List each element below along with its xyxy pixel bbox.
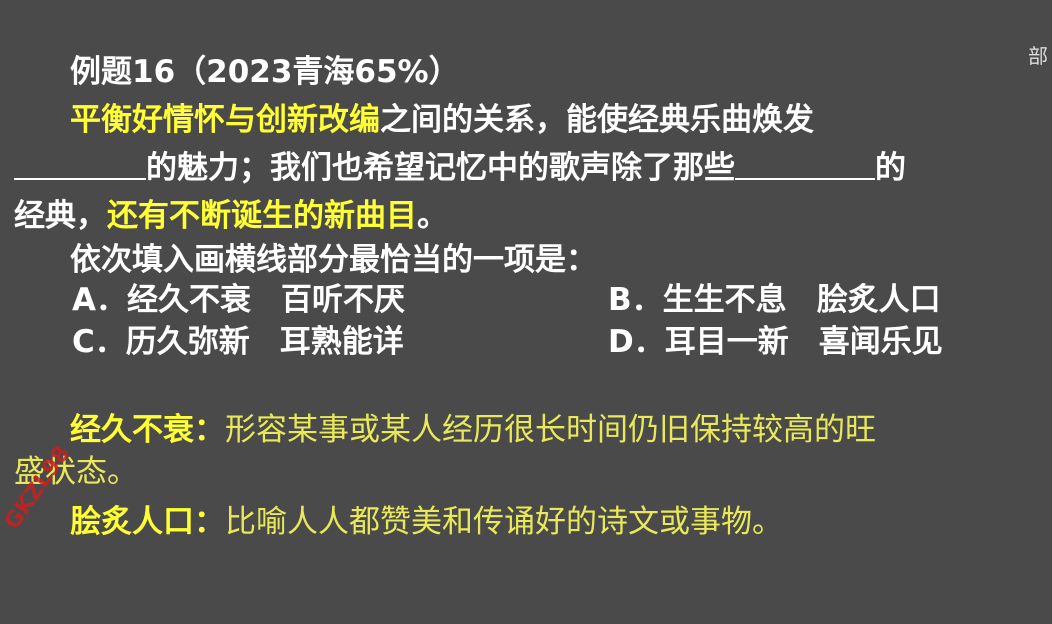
option-a-second: 百听不厌	[281, 282, 405, 318]
question-line-2: 的魅力；我们也希望记忆中的歌声除了那些 的	[14, 148, 906, 188]
blank-1	[14, 148, 146, 180]
option-b[interactable]: B．生生不息 脍炙人口	[608, 280, 941, 320]
question-line-1: 平衡好情怀与创新改编之间的关系，能使经典乐曲焕发	[70, 100, 814, 140]
question-title: 例题16（2023青海65%）	[70, 54, 460, 90]
definition-1-term: 经久不衰：	[70, 412, 225, 448]
question-line-3: 经典，还有不断诞生的新曲目。	[14, 196, 448, 236]
line3-end: 。	[417, 198, 448, 234]
option-c-label: C．历久弥新	[72, 324, 250, 360]
option-d-second: 喜闻乐见	[818, 324, 943, 360]
line3-text-a: 经典，	[14, 198, 107, 234]
line2-text-a: 的魅力；我们也希望记忆中的歌声除了那些	[146, 150, 735, 186]
line2-text-b: 的	[875, 150, 906, 186]
definition-2: 脍炙人口：比喻人人都赞美和传诵好的诗文或事物。	[70, 502, 783, 542]
option-d[interactable]: D．耳目一新 喜闻乐见	[608, 322, 943, 362]
definition-2-text: 比喻人人都赞美和传诵好的诗文或事物。	[225, 504, 783, 540]
option-d-label: D．耳目一新	[608, 324, 789, 360]
highlight-phrase-2: 还有不断诞生的新曲目	[107, 198, 417, 234]
definition-1: 经久不衰：形容某事或某人经历很长时间仍旧保持较高的旺	[70, 410, 876, 450]
option-c-second: 耳熟能详	[279, 324, 404, 360]
definition-1-text: 形容某事或某人经历很长时间仍旧保持较高的旺	[225, 412, 876, 448]
corner-char: 部	[1028, 44, 1048, 68]
option-a-label: A．经久不衰	[72, 282, 251, 318]
blank-2	[735, 148, 875, 180]
line1-text: 之间的关系，能使经典乐曲焕发	[380, 102, 814, 138]
option-b-second: 脍炙人口	[816, 282, 941, 318]
question-prompt: 依次填入画横线部分最恰当的一项是：	[70, 242, 597, 278]
slide: 例题16（2023青海65%） 平衡好情怀与创新改编之间的关系，能使经典乐曲焕发…	[0, 0, 1052, 624]
option-b-label: B．生生不息	[608, 282, 787, 318]
option-a[interactable]: A．经久不衰 百听不厌	[72, 280, 405, 320]
definition-2-term: 脍炙人口：	[70, 504, 225, 540]
highlight-phrase-1: 平衡好情怀与创新改编	[70, 102, 380, 138]
option-c[interactable]: C．历久弥新 耳熟能详	[72, 322, 404, 362]
